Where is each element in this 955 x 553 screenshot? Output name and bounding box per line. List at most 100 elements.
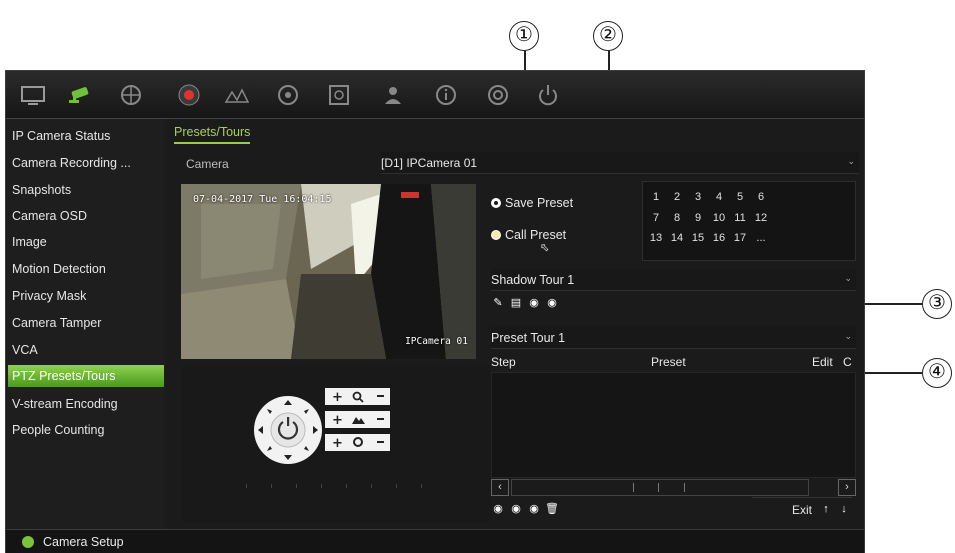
stop-icon[interactable]: ◉ bbox=[527, 502, 541, 516]
call-preset-label: Call Preset bbox=[505, 228, 567, 242]
save-icon[interactable]: ▤ bbox=[509, 296, 523, 310]
preset-tour-table: Step Preset Edit C bbox=[491, 350, 856, 500]
scroll-left-button[interactable]: ‹ bbox=[491, 479, 509, 496]
preset-number[interactable]: 6 bbox=[750, 191, 772, 203]
preset-number[interactable]: 10 bbox=[708, 212, 730, 224]
add-icon[interactable]: ◉ bbox=[491, 502, 505, 516]
call-preset-radio[interactable] bbox=[491, 230, 501, 240]
sidebar-item-privacy-mask[interactable]: Privacy Mask bbox=[8, 285, 164, 307]
chevron-down-icon: ⌄ bbox=[844, 331, 852, 341]
sidebar-item-vca[interactable]: VCA bbox=[8, 339, 164, 361]
save-preset-radio[interactable] bbox=[491, 198, 501, 208]
sidebar: IP Camera Status Camera Recording ... Sn… bbox=[6, 119, 166, 529]
leader-line-4 bbox=[858, 372, 922, 374]
preset-tour-value: Preset Tour 1 bbox=[491, 331, 566, 345]
horizontal-scrollbar[interactable] bbox=[511, 479, 809, 496]
table-body bbox=[491, 372, 856, 478]
trash-icon[interactable]: 🗑 bbox=[545, 502, 559, 516]
sidebar-item-snapshots[interactable]: Snapshots bbox=[8, 179, 164, 201]
camera-select-value: [D1] IPCamera 01 bbox=[381, 156, 478, 170]
preset-number[interactable]: 17 bbox=[729, 232, 751, 244]
callout-1: ① bbox=[509, 21, 539, 51]
maintenance-icon[interactable] bbox=[483, 81, 513, 109]
sidebar-item-motion-detection[interactable]: Motion Detection bbox=[8, 258, 164, 280]
preset-number[interactable]: 7 bbox=[645, 212, 667, 224]
preset-number[interactable]: 16 bbox=[708, 232, 730, 244]
storage-icon[interactable] bbox=[324, 81, 354, 109]
ptz-speed-slider[interactable] bbox=[241, 481, 426, 491]
pencil-icon[interactable]: ✎ bbox=[491, 296, 505, 310]
ptz-control-panel: + + + bbox=[181, 367, 491, 522]
column-header-c: C bbox=[843, 355, 852, 369]
cursor-icon: ⬁ bbox=[540, 242, 550, 254]
callout-4: ④ bbox=[922, 358, 952, 388]
preset-number[interactable]: 9 bbox=[687, 212, 709, 224]
preset-number[interactable]: 13 bbox=[645, 232, 667, 244]
camera-label: Camera bbox=[186, 157, 229, 171]
shadow-tour-select[interactable]: Shadow Tour 1 ⌄ bbox=[491, 269, 856, 291]
osd-camera-name: IPCamera 01 bbox=[405, 336, 468, 347]
iris-close-button[interactable] bbox=[369, 434, 390, 451]
status-icon bbox=[22, 536, 34, 548]
camera-preview: 07-04-2017 Tue 16:04:15 IPCamera 01 bbox=[181, 184, 476, 359]
preset-number[interactable]: 5 bbox=[729, 191, 751, 203]
shadow-tour-toolbar: ✎ ▤ ◉ ◉ bbox=[491, 296, 611, 312]
preset-more[interactable]: ... bbox=[750, 232, 772, 244]
zoom-in-button[interactable] bbox=[325, 388, 346, 405]
sidebar-item-camera-tamper[interactable]: Camera Tamper bbox=[8, 312, 164, 334]
dvr-window: IP Camera Status Camera Recording ... Sn… bbox=[5, 70, 865, 553]
callout-2: ② bbox=[593, 21, 623, 51]
focus-far-button[interactable] bbox=[369, 411, 390, 428]
hdd-icon[interactable] bbox=[273, 81, 303, 109]
power-icon[interactable] bbox=[533, 81, 563, 109]
save-preset-option[interactable]: Save Preset bbox=[491, 195, 591, 213]
system-info-icon[interactable] bbox=[431, 81, 461, 109]
preset-number[interactable]: 4 bbox=[708, 191, 730, 203]
osd-timestamp: 07-04-2017 Tue 16:04:15 bbox=[193, 194, 332, 205]
play-icon[interactable]: ◉ bbox=[509, 502, 523, 516]
main-toolbar bbox=[6, 71, 864, 119]
preset-number[interactable]: 12 bbox=[750, 212, 772, 224]
preset-number[interactable]: 11 bbox=[729, 212, 751, 224]
monitor-icon[interactable] bbox=[18, 81, 48, 109]
status-label: Camera Setup bbox=[43, 535, 124, 549]
exit-button[interactable]: Exit bbox=[752, 497, 852, 521]
record-icon[interactable] bbox=[174, 81, 204, 109]
stop-icon[interactable]: ◉ bbox=[545, 296, 559, 310]
iris-open-button[interactable] bbox=[325, 434, 346, 451]
callout-3: ③ bbox=[922, 289, 952, 319]
sidebar-item-v-stream-encoding[interactable]: V-stream Encoding bbox=[8, 393, 164, 415]
column-header-edit: Edit bbox=[812, 355, 833, 369]
content-area: Presets/Tours Camera [D1] IPCamera 01 ⌄ … bbox=[166, 119, 864, 529]
camera-select[interactable]: [D1] IPCamera 01 ⌄ bbox=[381, 152, 859, 174]
sidebar-item-people-counting[interactable]: People Counting bbox=[8, 419, 164, 441]
sidebar-item-camera-recording[interactable]: Camera Recording ... bbox=[8, 152, 164, 174]
sidebar-item-image[interactable]: Image bbox=[8, 231, 164, 253]
chevron-down-icon: ⌄ bbox=[844, 273, 852, 283]
sidebar-item-camera-osd[interactable]: Camera OSD bbox=[8, 205, 164, 227]
network-icon[interactable] bbox=[116, 81, 146, 109]
status-bar: Camera Setup bbox=[6, 529, 864, 553]
alarm-icon[interactable] bbox=[222, 81, 252, 109]
preset-number[interactable]: 8 bbox=[666, 212, 688, 224]
shadow-tour-value: Shadow Tour 1 bbox=[491, 273, 575, 287]
zoom-out-button[interactable] bbox=[369, 388, 390, 405]
play-icon[interactable]: ◉ bbox=[527, 296, 541, 310]
sidebar-item-ip-camera-status[interactable]: IP Camera Status bbox=[8, 125, 164, 147]
preset-number[interactable]: 14 bbox=[666, 232, 688, 244]
preset-tour-select[interactable]: Preset Tour 1 ⌄ bbox=[491, 327, 856, 349]
sidebar-item-ptz-presets-tours[interactable]: PTZ Presets/Tours bbox=[8, 365, 164, 387]
column-header-preset: Preset bbox=[651, 355, 686, 369]
chevron-down-icon: ⌄ bbox=[847, 156, 855, 166]
ptz-direction-pad[interactable] bbox=[254, 396, 322, 464]
preset-number[interactable]: 1 bbox=[645, 191, 667, 203]
camera-icon[interactable] bbox=[66, 81, 96, 109]
preset-number[interactable]: 3 bbox=[687, 191, 709, 203]
user-icon[interactable] bbox=[378, 81, 408, 109]
tab-presets-tours[interactable]: Presets/Tours bbox=[174, 125, 251, 144]
preset-number[interactable]: 15 bbox=[687, 232, 709, 244]
scroll-right-button[interactable]: › bbox=[838, 479, 856, 496]
preset-number[interactable]: 2 bbox=[666, 191, 688, 203]
save-preset-label: Save Preset bbox=[505, 196, 574, 210]
focus-near-button[interactable] bbox=[325, 411, 346, 428]
